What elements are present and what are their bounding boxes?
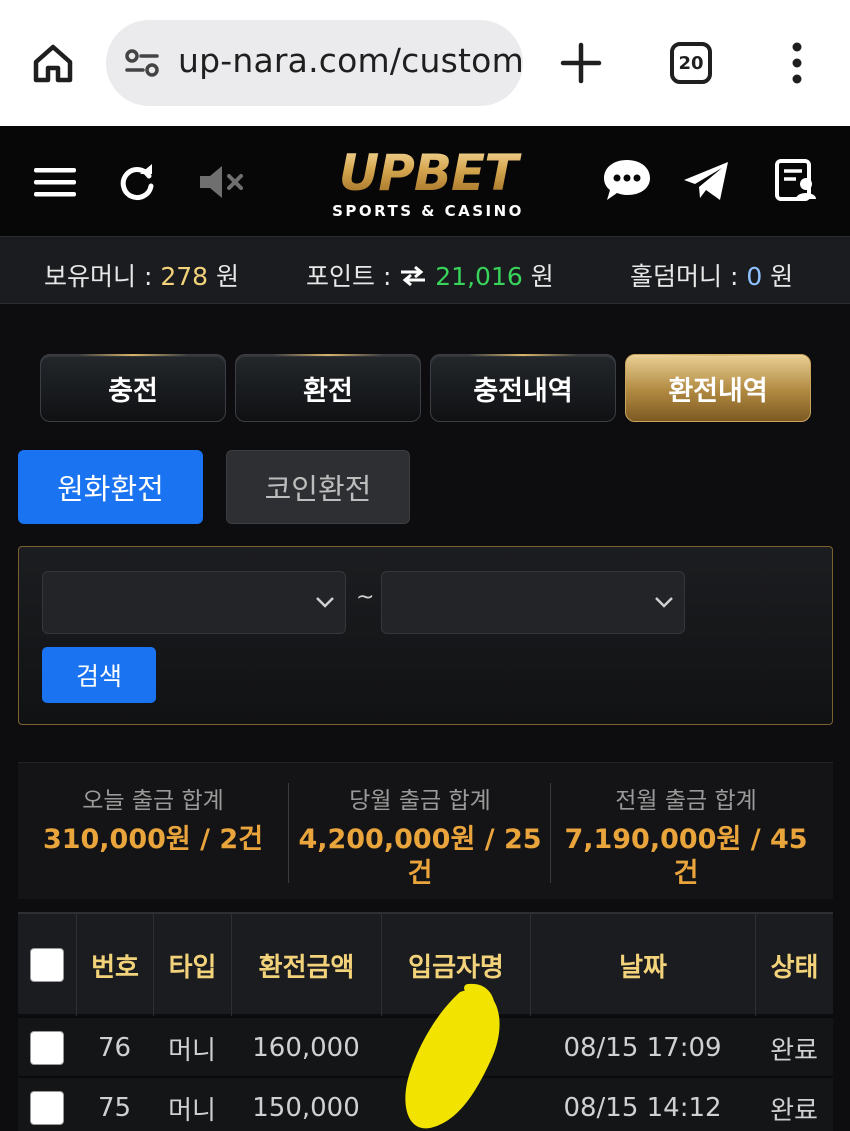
site-header: UPBET SPORTS & CASINO (0, 126, 850, 236)
month-total: 당월 출금 합계 4,200,000원 / 25 건 (290, 781, 550, 891)
row-status: 완료 (770, 1035, 818, 1066)
won-exchange-button[interactable]: 원화환전 (18, 450, 203, 524)
row-check-cell (18, 1078, 76, 1131)
money-unit: 원 (208, 262, 239, 291)
tab-withdraw[interactable]: 환전 (235, 354, 421, 422)
last-month-total: 전월 출금 합계 7,190,000원 / 45 건 (552, 781, 820, 891)
row-number: 75 (97, 1093, 132, 1123)
row-status: 완료 (770, 1095, 818, 1126)
stat-value: 7,190,000원 / 45 건 (552, 823, 820, 891)
url-text[interactable]: up-nara.com/custom (178, 41, 523, 80)
row-date: 08/15 14:12 (563, 1093, 722, 1123)
chevron-down-icon (655, 597, 673, 608)
tab-withdraw-history[interactable]: 환전내역 (625, 354, 811, 422)
money-label: 보유머니 : (44, 262, 161, 291)
chevron-down-icon (316, 597, 334, 608)
redaction-scribble (405, 983, 500, 1129)
withdrawal-summary: 오늘 출금 합계 310,000원 / 2건 당월 출금 합계 4,200,00… (18, 762, 833, 899)
point-unit: 원 (522, 262, 554, 291)
holdem-label: 홀덤머니 : (630, 262, 747, 291)
site-settings-icon[interactable] (124, 48, 160, 78)
holdem-unit: 원 (762, 262, 794, 291)
divider (288, 783, 289, 883)
stat-value: 310,000원 / 2건 (18, 823, 288, 857)
logo-wordmark: UPBET (298, 146, 558, 200)
more-menu-icon[interactable] (784, 40, 810, 86)
exchange-arrows-icon[interactable] (399, 265, 427, 287)
stat-value-line: 건 (407, 858, 433, 889)
upbet-logo[interactable]: UPBET SPORTS & CASINO (298, 146, 558, 226)
select-all-cell (18, 914, 76, 1016)
row-type: 머니 (168, 1035, 216, 1066)
mute-icon[interactable] (198, 164, 246, 200)
money-balance: 보유머니 : 278 원 (44, 257, 239, 293)
holdem-balance: 홀덤머니 : 0 원 (630, 257, 793, 293)
stat-value: 4,200,000원 / 25 건 (290, 823, 550, 891)
column-header: 타입 (153, 914, 231, 1016)
hamburger-menu-icon[interactable] (34, 166, 76, 198)
date-filter-panel: ~ 검색 (18, 546, 833, 725)
balance-bar: 보유머니 : 278 원 포인트 : 21,016 원 홀덤머니 : 0 원 (0, 236, 850, 304)
divider (550, 783, 551, 883)
select-all-checkbox[interactable] (30, 948, 64, 982)
home-icon[interactable] (30, 40, 76, 86)
money-value: 278 (160, 262, 209, 291)
stat-value-line: 건 (673, 858, 699, 889)
chat-icon[interactable] (602, 158, 652, 202)
row-amount: 160,000 (252, 1033, 360, 1063)
tab-switcher-button[interactable]: 20 (670, 42, 712, 84)
new-tab-icon[interactable] (556, 38, 606, 88)
notice-board-icon[interactable] (774, 158, 818, 202)
search-button[interactable]: 검색 (42, 647, 156, 703)
row-checkbox[interactable] (30, 1091, 64, 1125)
point-value: 21,016 (435, 262, 523, 291)
today-total: 오늘 출금 합계 310,000원 / 2건 (18, 781, 288, 857)
coin-exchange-button[interactable]: 코인환전 (226, 450, 410, 524)
row-amount: 150,000 (252, 1093, 360, 1123)
stat-value-line: 4,200,000원 / 25 (298, 824, 542, 855)
column-header: 환전금액 (231, 914, 381, 1016)
end-date-select[interactable] (381, 571, 685, 634)
row-type: 머니 (168, 1095, 216, 1126)
refresh-icon[interactable] (116, 162, 158, 204)
row-date: 08/15 17:09 (563, 1033, 722, 1063)
browser-toolbar: up-nara.com/custom 20 (0, 0, 850, 126)
address-bar[interactable]: up-nara.com/custom (106, 20, 523, 106)
tab-deposit-history[interactable]: 충전내역 (430, 354, 616, 422)
row-number: 76 (97, 1033, 132, 1063)
column-header: 날짜 (530, 914, 755, 1016)
point-balance[interactable]: 포인트 : 21,016 원 (306, 257, 554, 293)
stat-value-line: 7,190,000원 / 45 (564, 824, 808, 855)
stat-label: 전월 출금 합계 (615, 788, 757, 814)
column-header: 번호 (76, 914, 153, 1016)
point-label: 포인트 : (306, 262, 400, 291)
column-header: 상태 (755, 914, 833, 1016)
stat-value-line: 310,000원 / 2건 (42, 824, 264, 855)
row-checkbox[interactable] (30, 1031, 64, 1065)
telegram-icon[interactable] (682, 160, 730, 202)
stat-label: 오늘 출금 합계 (82, 788, 224, 814)
logo-tagline: SPORTS & CASINO (332, 202, 524, 220)
stat-label: 당월 출금 합계 (349, 788, 491, 814)
row-check-cell (18, 1018, 76, 1078)
tab-deposit[interactable]: 충전 (40, 354, 226, 422)
date-range-separator: ~ (356, 585, 375, 610)
start-date-select[interactable] (42, 571, 346, 634)
holdem-value: 0 (746, 262, 763, 291)
